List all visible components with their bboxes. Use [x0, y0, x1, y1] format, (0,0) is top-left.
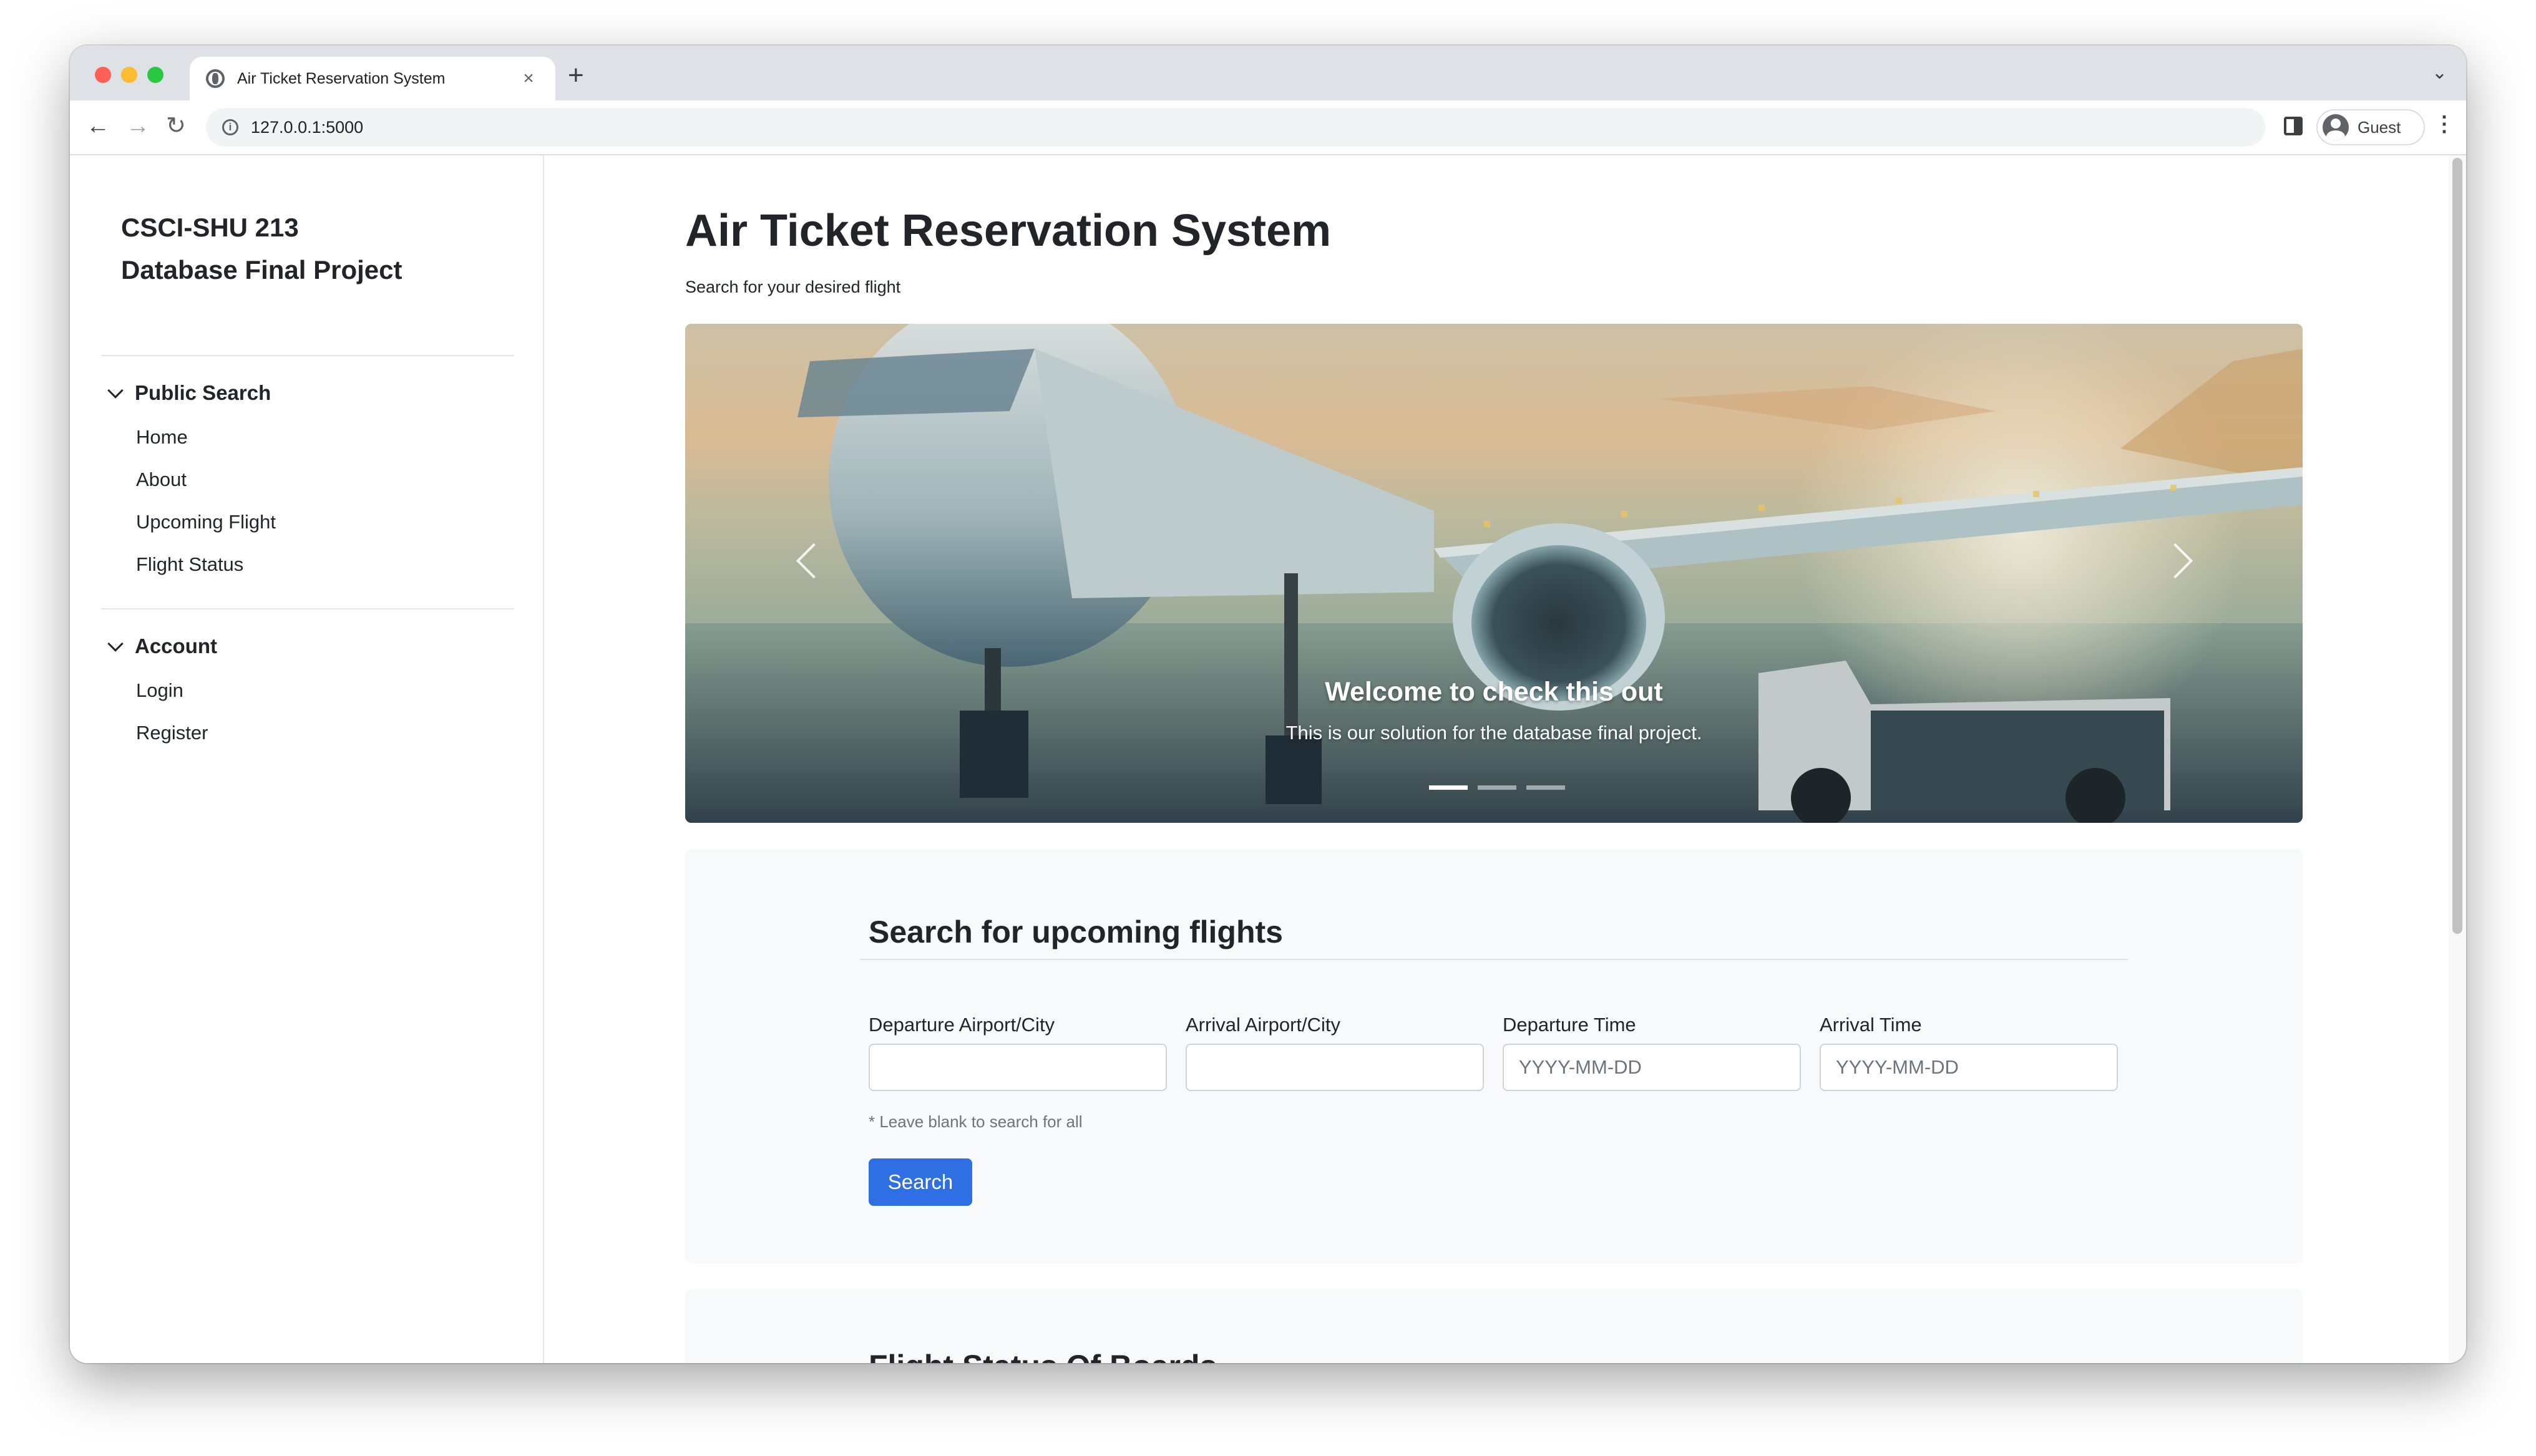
hero-carousel[interactable]: Welcome to check this out This is our so…	[685, 324, 2303, 823]
close-window-button[interactable]	[95, 67, 111, 83]
arrival-time-input[interactable]	[1820, 1044, 2118, 1091]
sidebar-divider	[101, 355, 514, 356]
carousel-indicators	[1429, 785, 1565, 790]
arrival-airport-input[interactable]	[1186, 1044, 1484, 1091]
search-button[interactable]: Search	[869, 1158, 972, 1206]
section-public-search[interactable]: Public Search	[107, 381, 271, 405]
tab-close-icon[interactable]: ×	[518, 68, 539, 89]
url-text[interactable]: 127.0.0.1:5000	[251, 118, 363, 137]
back-button[interactable]: ←	[86, 110, 110, 142]
sidebar-item-about[interactable]: About	[136, 468, 187, 491]
carousel-indicator-1[interactable]	[1429, 785, 1468, 790]
browser-toolbar: ← → ↻ i 127.0.0.1:5000 Guest ⋮	[70, 100, 2466, 155]
carousel-indicator-3[interactable]	[1526, 785, 1565, 790]
brand-line-2: Database Final Project	[121, 255, 402, 284]
site-info-icon[interactable]: i	[222, 119, 238, 135]
departure-airport-label: Departure Airport/City	[869, 1014, 1055, 1036]
tab-search-chevron-icon[interactable]: ⌄	[2432, 62, 2447, 84]
carousel-caption-text: This is our solution for the database fi…	[1285, 722, 1702, 744]
flight-status-card: Flight Status Of Boards	[685, 1289, 2303, 1363]
departure-airport-field: Departure Airport/City	[869, 1014, 1167, 1091]
search-card: Search for upcoming flights Departure Ai…	[685, 849, 2303, 1263]
section-title: Public Search	[135, 381, 271, 404]
page-content: CSCI-SHU 213 Database Final Project Publ…	[70, 155, 2466, 1363]
brand-line-1: CSCI-SHU 213	[121, 213, 299, 242]
airplane-illustration	[685, 324, 2303, 823]
flight-status-title: Flight Status Of Boards	[869, 1348, 1217, 1363]
carousel-indicator-2[interactable]	[1478, 785, 1516, 790]
sidebar-item-home[interactable]: Home	[136, 426, 188, 449]
section-title: Account	[135, 634, 217, 658]
chevron-down-icon	[107, 636, 124, 652]
sidebar-item-flight-status[interactable]: Flight Status	[136, 553, 243, 576]
departure-time-label: Departure Time	[1503, 1014, 1636, 1036]
search-hint: * Leave blank to search for all	[869, 1112, 1083, 1131]
arrival-airport-label: Arrival Airport/City	[1186, 1014, 1341, 1036]
departure-time-field: Departure Time	[1503, 1014, 1801, 1091]
new-tab-button[interactable]: +	[568, 62, 584, 89]
scrollbar-thumb[interactable]	[2452, 158, 2462, 934]
minimize-window-button[interactable]	[121, 67, 137, 83]
globe-icon	[206, 69, 225, 88]
page-scrollbar[interactable]	[2449, 155, 2466, 1363]
profile-button[interactable]: Guest	[2316, 109, 2425, 145]
section-account[interactable]: Account	[107, 634, 217, 658]
arrival-time-label: Arrival Time	[1820, 1014, 1922, 1036]
page-title: Air Ticket Reservation System	[685, 206, 1332, 256]
avatar-icon	[2323, 114, 2349, 140]
sidebar-brand: CSCI-SHU 213 Database Final Project	[121, 206, 471, 291]
browser-window: Air Ticket Reservation System × + ⌄ ← → …	[70, 46, 2466, 1363]
arrival-airport-field: Arrival Airport/City	[1186, 1014, 1484, 1091]
tab-title: Air Ticket Reservation System	[237, 69, 446, 87]
sidebar-item-upcoming-flight[interactable]: Upcoming Flight	[136, 511, 276, 533]
search-title: Search for upcoming flights	[869, 915, 1283, 949]
side-panel-icon[interactable]	[2284, 117, 2303, 135]
sidebar-item-register[interactable]: Register	[136, 722, 208, 744]
forward-button[interactable]: →	[126, 110, 150, 142]
maximize-window-button[interactable]	[147, 67, 163, 83]
address-bar[interactable]: i 127.0.0.1:5000	[206, 108, 2265, 147]
tab-bar: Air Ticket Reservation System × + ⌄	[70, 46, 2466, 100]
profile-name: Guest	[2358, 117, 2401, 137]
carousel-caption-title: Welcome to check this out	[1325, 677, 1663, 707]
departure-time-input[interactable]	[1503, 1044, 1801, 1091]
browser-menu-icon[interactable]: ⋮	[2434, 112, 2455, 137]
browser-tab[interactable]: Air Ticket Reservation System ×	[190, 57, 555, 100]
search-divider	[860, 959, 2128, 960]
arrival-time-field: Arrival Time	[1820, 1014, 2118, 1091]
sidebar-divider	[101, 608, 514, 609]
reload-button[interactable]: ↻	[166, 110, 186, 142]
sidebar: CSCI-SHU 213 Database Final Project Publ…	[70, 155, 544, 1363]
page-subtitle: Search for your desired flight	[685, 278, 901, 296]
departure-airport-input[interactable]	[869, 1044, 1167, 1091]
sidebar-item-login[interactable]: Login	[136, 679, 183, 702]
chevron-down-icon	[107, 382, 124, 399]
